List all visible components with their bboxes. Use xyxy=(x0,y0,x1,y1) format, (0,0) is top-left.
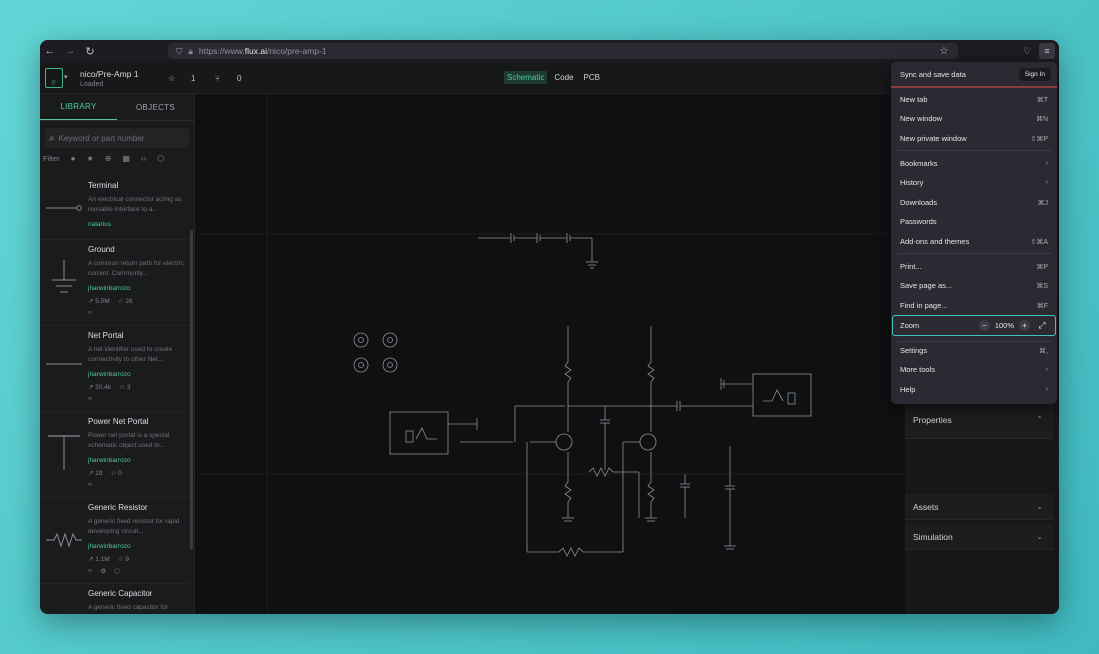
properties-section[interactable]: Properties ⌃ xyxy=(905,401,1053,439)
chevron-up-icon[interactable]: ⌃ xyxy=(1036,415,1043,424)
assets-section[interactable]: Assets ⌄ xyxy=(905,494,1053,520)
star-count: 1 xyxy=(191,74,196,83)
star-icon[interactable]: ☆ xyxy=(168,74,175,83)
cube-icon[interactable]: ⬡ xyxy=(114,567,120,575)
menu-item-addons[interactable]: Add-ons and themes ⇧⌘A xyxy=(891,232,1057,251)
globe-filter-icon[interactable]: ⊕ xyxy=(105,154,112,163)
schematic-drawing xyxy=(195,94,905,614)
code-icon[interactable]: ‹› xyxy=(88,395,92,402)
sync-row[interactable]: Sync and save data Sign In xyxy=(891,62,1057,88)
list-item[interactable]: Generic Capacitor A generic fixed capaci… xyxy=(40,584,190,614)
terminal-symbol-icon xyxy=(46,205,82,211)
menu-item-downloads[interactable]: Downloads ⌘J xyxy=(891,193,1057,212)
list-item[interactable]: Net Portal A net identifier used to crea… xyxy=(40,326,190,412)
menu-item-history[interactable]: History › xyxy=(891,173,1057,192)
chevron-down-icon[interactable]: ⌄ xyxy=(1036,532,1043,541)
star-icon: ☆ 26 xyxy=(117,298,133,305)
panel-tabs: LIBRARY OBJECTS xyxy=(40,94,194,121)
star-icon: ☆ 3 xyxy=(119,384,131,391)
browser-window: ← → ↻ ⛉ 🔒︎ https://www.flux.ai/nico/pre-… xyxy=(40,40,1059,614)
net-portal-symbol-icon xyxy=(46,363,82,365)
menu-item-find-in-page[interactable]: Find in page... ⌘F xyxy=(891,296,1057,315)
fork-count: 0 xyxy=(237,74,242,83)
sign-in-button[interactable]: Sign In xyxy=(1018,67,1051,81)
trend-icon: ↗ 1.1M xyxy=(88,556,110,563)
zoom-in-button[interactable]: + xyxy=(1019,320,1030,331)
library-list: Terminal An electrical connector acting … xyxy=(40,176,190,614)
menu-item-print[interactable]: Print... ⌘P xyxy=(891,257,1057,276)
schematic-canvas[interactable] xyxy=(195,94,905,614)
menu-item-new-private-window[interactable]: New private window ⇧⌘P xyxy=(891,129,1057,148)
trend-icon: ↗ 19 xyxy=(88,470,103,477)
filter-row: Filter ● ★ ⊕ ▦ ‹› ⬡ xyxy=(43,154,194,163)
list-item[interactable]: Power Net Portal Power net portal is a s… xyxy=(40,412,190,498)
tab-code[interactable]: Code xyxy=(551,71,576,84)
chip-filter-icon[interactable]: ▦ xyxy=(122,154,130,163)
project-title[interactable]: nico/Pre-Amp 1 xyxy=(80,69,139,79)
menu-item-passwords[interactable]: Passwords xyxy=(891,212,1057,231)
browser-app-menu: Sync and save data Sign In New tab ⌘T New… xyxy=(891,62,1057,404)
search-placeholder: Keyword or part number xyxy=(58,133,145,143)
zoom-label: Zoom xyxy=(900,321,920,330)
ground-symbol-icon xyxy=(52,260,76,293)
list-item[interactable]: Generic Resistor A generic fixed resisto… xyxy=(40,498,190,584)
zoom-row: Zoom − 100% + ⤢ xyxy=(892,315,1056,336)
list-item[interactable]: Terminal An electrical connector acting … xyxy=(40,176,190,240)
menu-item-more-tools[interactable]: More tools › xyxy=(891,360,1057,379)
code-filter-icon[interactable]: ‹› xyxy=(141,154,146,163)
simulation-section[interactable]: Simulation ⌄ xyxy=(905,524,1053,550)
tab-library[interactable]: LIBRARY xyxy=(40,94,117,120)
search-input[interactable]: ⌕ Keyword or part number xyxy=(45,128,189,148)
pocket-icon[interactable]: ♡ xyxy=(1019,43,1035,59)
code-icon[interactable]: ‹› xyxy=(88,567,92,575)
list-item[interactable]: Ground A common return path for electric… xyxy=(40,240,190,326)
zoom-value[interactable]: 100% xyxy=(995,321,1014,330)
code-icon[interactable]: ‹› xyxy=(88,309,92,316)
user-filter-icon[interactable]: ● xyxy=(71,154,76,163)
menu-item-help[interactable]: Help › xyxy=(891,380,1057,399)
menu-item-new-window[interactable]: New window ⌘N xyxy=(891,109,1057,128)
resistor-symbol-icon xyxy=(46,532,82,548)
tab-schematic[interactable]: Schematic xyxy=(504,71,548,84)
tab-objects[interactable]: OBJECTS xyxy=(117,94,194,120)
star-icon: ☆ 9 xyxy=(117,556,129,563)
url-text: https://www.flux.ai/nico/pre-amp-1 xyxy=(198,46,327,56)
menu-item-save-page[interactable]: Save page as... ⌘S xyxy=(891,276,1057,295)
view-tabs: Schematic Code PCB xyxy=(504,71,603,84)
back-icon[interactable]: ← xyxy=(40,40,60,62)
menu-item-bookmarks[interactable]: Bookmarks › xyxy=(891,154,1057,173)
tab-pcb[interactable]: PCB xyxy=(580,71,602,84)
fork-icon[interactable]: ⑂ xyxy=(215,74,220,83)
filter-label: Filter xyxy=(43,154,60,163)
code-icon[interactable]: ‹› xyxy=(88,481,92,488)
gear-icon[interactable]: ⚙ xyxy=(100,567,106,575)
reload-icon[interactable]: ↻ xyxy=(80,40,100,62)
menu-item-settings[interactable]: Settings ⌘, xyxy=(891,341,1057,360)
search-icon: ⌕ xyxy=(49,132,55,144)
fullscreen-icon[interactable]: ⤢ xyxy=(1035,319,1049,333)
lock-icon: 🔒︎ xyxy=(188,45,193,56)
chevron-down-icon[interactable]: ⌄ xyxy=(1036,502,1043,511)
power-portal-symbol-icon xyxy=(48,435,80,470)
flux-logo-icon[interactable]: F xyxy=(45,68,63,88)
browser-toolbar: ← → ↻ ⛉ 🔒︎ https://www.flux.ai/nico/pre-… xyxy=(40,40,1059,62)
library-panel: LIBRARY OBJECTS ⌕ Keyword or part number… xyxy=(40,94,195,614)
hamburger-menu-icon[interactable]: ≡ xyxy=(1039,43,1055,59)
cube-filter-icon[interactable]: ⬡ xyxy=(157,154,164,163)
trend-icon: ↗ 5.0M xyxy=(88,298,110,305)
shield-icon: ⛉ xyxy=(176,45,183,56)
zoom-out-button[interactable]: − xyxy=(978,320,990,331)
forward-icon[interactable]: → xyxy=(60,40,80,62)
trend-icon: ↗ 20.4k xyxy=(88,384,112,391)
star-filter-icon[interactable]: ★ xyxy=(87,154,94,163)
bookmark-star-icon[interactable]: ☆ xyxy=(936,43,952,59)
project-status: Loaded xyxy=(80,81,104,88)
menu-item-new-tab[interactable]: New tab ⌘T xyxy=(891,90,1057,109)
star-icon: ☆ 0 xyxy=(110,470,122,477)
chevron-down-icon[interactable]: ▾ xyxy=(64,73,68,81)
library-scrollbar[interactable] xyxy=(190,230,193,550)
url-bar[interactable]: ⛉ 🔒︎ https://www.flux.ai/nico/pre-amp-1 xyxy=(168,43,958,59)
